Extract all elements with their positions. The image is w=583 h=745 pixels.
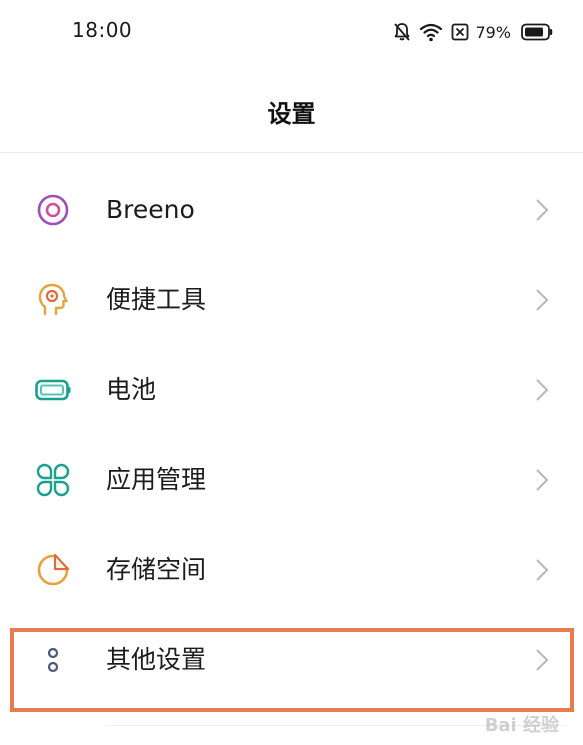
chevron-right-icon bbox=[535, 558, 549, 582]
status-time: 18:00 bbox=[72, 18, 133, 42]
item-label: Breeno bbox=[106, 195, 195, 224]
chevron-right-icon bbox=[535, 648, 549, 672]
list-item-convenience-tools[interactable]: 便捷工具 bbox=[0, 255, 583, 345]
item-label: 应用管理 bbox=[106, 465, 207, 494]
item-label: 电池 bbox=[106, 375, 157, 404]
list-item-breeno[interactable]: Breeno bbox=[0, 165, 583, 255]
breeno-icon bbox=[35, 192, 71, 228]
battery-setting-icon bbox=[35, 372, 71, 408]
status-bar: 18:00 79% bbox=[0, 0, 583, 62]
item-label: 便捷工具 bbox=[106, 285, 207, 314]
battery-icon bbox=[521, 23, 553, 41]
chevron-right-icon bbox=[535, 198, 549, 222]
storage-icon bbox=[35, 552, 71, 588]
other-settings-icon bbox=[35, 642, 71, 678]
status-icons: 79% bbox=[393, 20, 553, 44]
list-item-battery[interactable]: 电池 bbox=[0, 345, 583, 435]
header: 设置 bbox=[0, 62, 583, 153]
item-label: 其他设置 bbox=[106, 645, 207, 674]
no-sim-icon bbox=[451, 23, 469, 41]
convenience-tools-icon bbox=[35, 282, 71, 318]
page-title: 设置 bbox=[267, 100, 316, 128]
chevron-right-icon bbox=[535, 378, 549, 402]
chevron-right-icon bbox=[535, 288, 549, 312]
chevron-right-icon bbox=[535, 468, 549, 492]
watermark: Bai 经验 bbox=[484, 715, 559, 736]
app-management-icon bbox=[35, 462, 71, 498]
wifi-icon bbox=[419, 22, 443, 42]
battery-percent: 79% bbox=[475, 22, 511, 42]
settings-screen: 18:00 79% 设置 Breeno 便捷工具 电池 应用管理 存储空间 其他… bbox=[0, 0, 583, 745]
list-item-other-settings[interactable]: 其他设置 bbox=[0, 615, 583, 705]
item-label: 存储空间 bbox=[106, 555, 207, 584]
settings-list: Breeno 便捷工具 电池 应用管理 存储空间 其他设置 bbox=[0, 165, 583, 705]
list-item-app-management[interactable]: 应用管理 bbox=[0, 435, 583, 525]
bell-off-icon bbox=[393, 22, 411, 42]
list-item-storage[interactable]: 存储空间 bbox=[0, 525, 583, 615]
